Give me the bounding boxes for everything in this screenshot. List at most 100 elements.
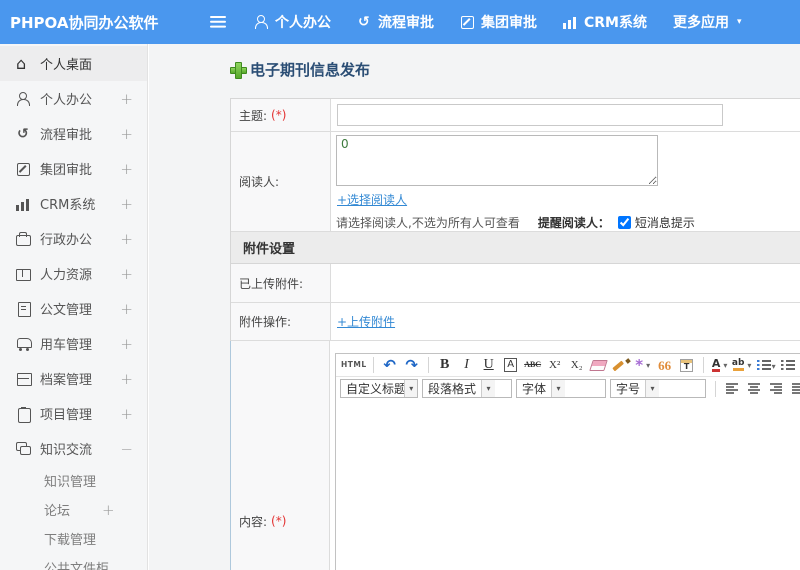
expand-toggle[interactable]: + [120,125,133,143]
sidebar-item-group-approval[interactable]: 集团审批 + [0,151,147,186]
nav-group-approval[interactable]: 集团审批 [460,12,537,32]
caret-down-icon: ▾ [747,360,752,370]
sidebar-item-document-management[interactable]: 公文管理 + [0,291,147,326]
sidebar-item-forum[interactable]: 论坛 + [0,495,147,524]
sidebar-item-administrative-office[interactable]: 行政办公 + [0,221,147,256]
sms-notify-checkbox[interactable] [617,216,631,229]
underline-button[interactable]: U [479,356,499,375]
readers-field-cell: 0 +选择阅读人 请选择阅读人,不选为所有人可查看 提醒阅读人： 短消息提示 [331,132,800,231]
highlight-color-button[interactable]: ab ▾ [731,356,752,375]
attachment-actions-label-cell: 附件操作: [231,303,331,340]
sidebar-item-crm-system[interactable]: CRM系统 + [0,186,147,221]
hamburger-icon [210,16,226,19]
sidebar-item-vehicle-management[interactable]: 用车管理 + [0,326,147,361]
expand-toggle[interactable]: + [120,90,133,108]
font-size-select[interactable]: 字号 ▾ [610,379,706,398]
nav-label: CRM系统 [584,15,647,31]
font-style-button[interactable]: A [501,356,521,375]
expand-toggle[interactable]: + [120,195,133,213]
ordered-list-button[interactable]: ▾ [753,355,776,375]
sidebar-item-public-file-cabinet[interactable]: 公共文件柜 [0,553,147,570]
attachment-actions-label: 附件操作: [239,315,292,329]
unordered-list-button[interactable] [777,355,798,375]
toolbar-separator [427,357,429,373]
sidebar-item-archive-management[interactable]: 档案管理 + [0,361,147,396]
undo-button[interactable]: ↶ [380,356,400,375]
sidebar-item-knowledge-management[interactable]: 知识管理 [0,466,147,495]
expand-toggle[interactable]: − [120,440,133,458]
auto-typeset-button[interactable]: * ▾ [633,356,653,375]
menu-toggle-button[interactable] [210,16,226,28]
paragraph-format-select[interactable]: 段落格式 ▾ [422,379,512,398]
paste-plain-button[interactable]: T [677,356,697,375]
sidebar-item-label: 下载管理 [44,533,97,548]
sidebar-item-label: 项目管理 [40,408,93,423]
sidebar-item-workflow-approval[interactable]: 流程审批 + [0,116,147,151]
sidebar-item-project-management[interactable]: 项目管理 + [0,396,147,431]
expand-toggle[interactable]: + [120,265,133,283]
readers-label: 阅读人: [239,175,280,189]
bold-button[interactable]: B [435,356,455,375]
select-label: 段落格式 [428,382,477,396]
button-glyph: B [439,357,450,372]
blockquote-button[interactable]: 66 [655,356,675,375]
toolbar-separator [372,357,374,373]
font-color-button[interactable]: A ▾ [710,356,730,375]
button-glyph: T [680,358,694,372]
expand-toggle[interactable]: + [120,230,133,248]
button-glyph: * [635,355,644,374]
upload-attachment-link[interactable]: +上传附件 [337,313,395,330]
sidebar-item-personal-office[interactable]: 个人办公 + [0,81,147,116]
top-nav: 个人办公 流程审批 集团审批 CRM系统 更多应用 ▾ [254,12,742,32]
editor-content-area[interactable] [336,400,800,570]
nav-workflow-approval[interactable]: 流程审批 [357,12,434,32]
expand-toggle[interactable]: + [120,405,133,423]
nav-crm-system[interactable]: CRM系统 [563,12,647,32]
process-icon [16,127,31,141]
expand-toggle[interactable]: + [120,335,133,353]
remind-readers-label: 提醒阅读人： [537,216,610,230]
align-left-button[interactable] [722,379,742,398]
select-label: 自定义标题 [346,382,405,396]
nav-personal-office[interactable]: 个人办公 [254,12,331,32]
button-glyph: X₂ [570,358,583,371]
custom-heading-select[interactable]: 自定义标题 ▾ [340,379,418,398]
button-glyph: X² [549,358,561,371]
superscript-button[interactable]: X² [545,356,565,375]
expand-toggle[interactable]: + [120,160,133,178]
editor-toolbar-row1: HTML ↶ ↷ B I U A ABC X² X₂ * ▾ 66 T A ▾ ab ▾ ▾ [336,354,800,377]
car-icon [16,337,32,351]
subscript-button[interactable]: X₂ [567,356,587,375]
sidebar-item-label: 公共文件柜 [44,562,110,570]
subject-input[interactable] [337,104,723,126]
align-justify-button[interactable] [788,379,800,398]
strikethrough-button[interactable]: ABC [523,356,543,375]
redo-button[interactable]: ↷ [402,356,422,375]
align-right-button[interactable] [766,379,786,398]
required-mark: (*) [271,514,287,528]
chart-icon [16,196,31,211]
readers-textarea[interactable]: 0 [336,135,658,186]
expand-toggle[interactable]: + [120,370,133,388]
page-title-row: 电子期刊信息发布 [230,58,800,80]
font-family-select[interactable]: 字体 ▾ [516,379,606,398]
caret-down-icon: ▾ [481,380,496,397]
select-readers-link[interactable]: +选择阅读人 [337,191,407,208]
caret-down-icon: ▾ [771,361,776,371]
sidebar-item-download-management[interactable]: 下载管理 [0,524,147,553]
sidebar-item-human-resources[interactable]: 人力资源 + [0,256,147,291]
nav-more-apps[interactable]: 更多应用 ▾ [673,12,742,32]
sidebar-item-label: 行政办公 [40,233,93,248]
sidebar-item-knowledge-exchange[interactable]: 知识交流 − [0,431,147,466]
sidebar-item-label: 知识管理 [44,475,97,490]
sidebar-item-personal-desktop[interactable]: 个人桌面 [0,46,147,81]
expand-toggle[interactable]: + [102,501,115,519]
align-center-button[interactable] [744,379,764,398]
format-brush-button[interactable] [611,356,631,375]
html-source-button[interactable]: HTML [341,356,367,375]
content-label-cell: 内容: (*) [230,341,330,570]
italic-button[interactable]: I [457,356,477,375]
expand-toggle[interactable]: + [120,300,133,318]
eraser-button[interactable] [589,356,609,375]
uploaded-attachments-label-cell: 已上传附件: [231,264,331,302]
